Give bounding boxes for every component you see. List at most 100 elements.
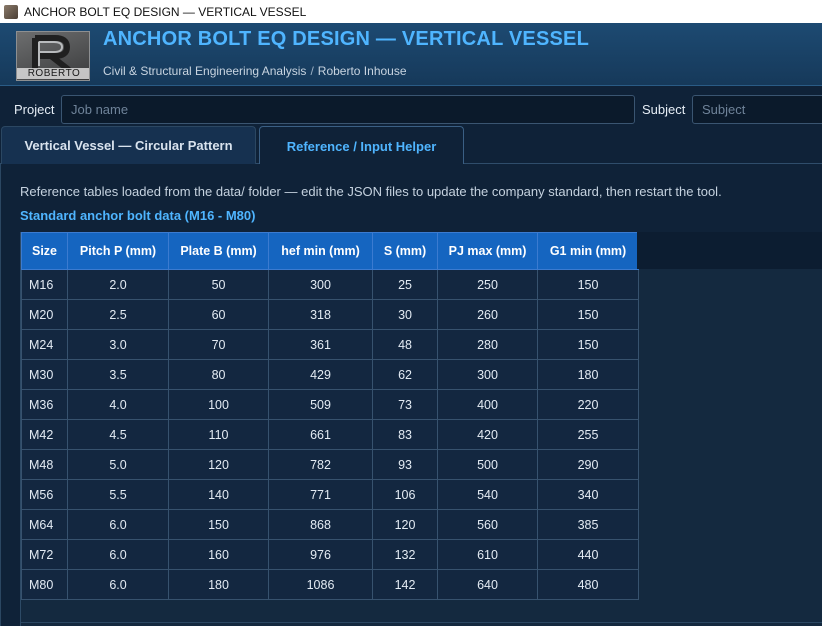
table-row[interactable]: M56 5.5 140 771 106 540 340 [20,479,640,510]
table-cell-size: M56 [20,479,69,510]
app-icon [4,4,18,19]
main-tabs: Vertical Vessel — Circular Pattern Refer… [0,126,822,165]
column-header-s[interactable]: S (mm) [372,232,439,270]
column-header-g1-min[interactable]: G1 min (mm) [537,232,640,270]
table-cell: 150 [537,329,640,360]
table-cell: 2.5 [67,299,170,330]
table-cell-size: M48 [20,449,69,480]
table-cell: 868 [268,509,374,540]
table-row[interactable]: M72 6.0 160 976 132 610 440 [20,539,640,570]
table-cell: 290 [537,449,640,480]
table-cell: 255 [537,419,640,450]
company-logo: ROBERTO [16,31,90,81]
table-cell-size: M80 [20,569,69,600]
subtitle-discipline: Civil & Structural Engineering Analysis [103,64,307,78]
table-cell: 93 [372,449,439,480]
subject-input[interactable] [692,95,822,124]
table-cell: 70 [168,329,270,360]
table-row[interactable]: M36 4.0 100 509 73 400 220 [20,389,640,420]
table-cell: 110 [168,419,270,450]
table-cell-size: M72 [20,539,69,570]
table-row[interactable]: M64 6.0 150 868 120 560 385 [20,509,640,540]
table-row[interactable]: M80 6.0 180 1086 142 640 480 [20,569,640,600]
table-cell: 30 [372,299,439,330]
table-cell: 150 [537,299,640,330]
table-cell: 60 [168,299,270,330]
table-cell: 83 [372,419,439,450]
table-cell: 500 [437,449,539,480]
table-cell: 160 [168,539,270,570]
table-cell: 132 [372,539,439,570]
table-cell: 260 [437,299,539,330]
column-header-size[interactable]: Size [20,232,69,270]
table-cell: 250 [437,269,539,300]
table-cell: 142 [372,569,439,600]
table-cell: 429 [268,359,374,390]
tab-vertical-vessel[interactable]: Vertical Vessel — Circular Pattern [1,126,256,164]
column-header-hef-min[interactable]: hef min (mm) [268,232,374,270]
table-cell: 50 [168,269,270,300]
table-cell: 25 [372,269,439,300]
table-cell: 540 [437,479,539,510]
table-cell: 62 [372,359,439,390]
table-cell: 976 [268,539,374,570]
table-cell: 3.0 [67,329,170,360]
table-row[interactable]: M48 5.0 120 782 93 500 290 [20,449,640,480]
table-row[interactable]: M30 3.5 80 429 62 300 180 [20,359,640,390]
table-cell: 440 [537,539,640,570]
project-input[interactable] [61,95,635,124]
table-cell: 361 [268,329,374,360]
table-cell: 48 [372,329,439,360]
table-cell: 4.0 [67,389,170,420]
app-header: ROBERTO ANCHOR BOLT EQ DESIGN — VERTICAL… [0,23,822,86]
table-cell: 6.0 [67,539,170,570]
table-cell: 80 [168,359,270,390]
table-cell: 150 [168,509,270,540]
table-body: M16 2.0 50 300 25 250 150 M20 2.5 60 318 30 260 150 M2… [20,269,640,600]
project-meta-row: Project Subject [0,93,822,125]
section-title: Standard anchor bolt data (M16 - M80) [20,208,256,223]
reference-panel: Reference tables loaded from the data/ f… [0,164,822,626]
table-row[interactable]: M24 3.0 70 361 48 280 150 [20,329,640,360]
table-row[interactable]: M42 4.5 110 661 83 420 255 [20,419,640,450]
table-cell: 140 [168,479,270,510]
app-subtitle: Civil & Structural Engineering Analysis /… [103,64,407,78]
table-cell: 318 [268,299,374,330]
table-cell: 771 [268,479,374,510]
anchor-bolt-table: Size Pitch P (mm) Plate B (mm) hef min (… [20,232,640,600]
table-cell: 782 [268,449,374,480]
table-cell: 640 [437,569,539,600]
column-header-pitch[interactable]: Pitch P (mm) [67,232,170,270]
table-header-filler [637,232,822,269]
column-header-plate[interactable]: Plate B (mm) [168,232,270,270]
subtitle-author: Roberto Inhouse [317,64,407,78]
table-cell-size: M20 [20,299,69,330]
table-row[interactable]: M20 2.5 60 318 30 260 150 [20,299,640,330]
table-cell-size: M64 [20,509,69,540]
table-cell: 280 [437,329,539,360]
table-row[interactable]: M16 2.0 50 300 25 250 150 [20,269,640,300]
table-bottom-divider [21,622,822,623]
table-cell: 420 [437,419,539,450]
table-cell: 2.0 [67,269,170,300]
tab-reference-input-helper[interactable]: Reference / Input Helper [259,126,464,165]
table-cell: 610 [437,539,539,570]
table-cell: 120 [372,509,439,540]
column-header-pj-max[interactable]: PJ max (mm) [437,232,539,270]
anchor-bolt-table-container: Size Pitch P (mm) Plate B (mm) hef min (… [20,232,822,626]
table-cell: 509 [268,389,374,420]
table-cell: 6.0 [67,569,170,600]
app-title: ANCHOR BOLT EQ DESIGN — VERTICAL VESSEL [103,28,589,50]
table-cell-size: M16 [20,269,69,300]
table-cell: 73 [372,389,439,420]
table-cell: 385 [537,509,640,540]
subtitle-separator: / [310,64,314,78]
table-cell: 5.5 [67,479,170,510]
table-cell: 220 [537,389,640,420]
table-cell-size: M30 [20,359,69,390]
table-cell: 100 [168,389,270,420]
table-cell-size: M36 [20,389,69,420]
table-cell: 180 [168,569,270,600]
table-cell: 300 [437,359,539,390]
table-cell: 661 [268,419,374,450]
